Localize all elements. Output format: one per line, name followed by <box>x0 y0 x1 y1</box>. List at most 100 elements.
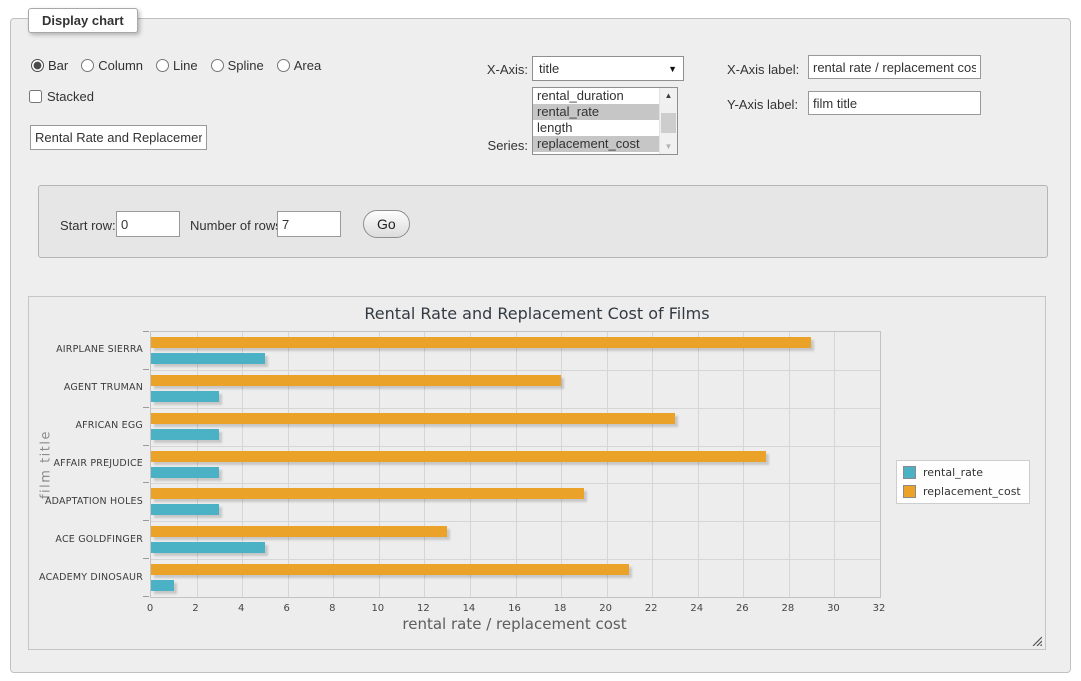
chart-type-label: Bar <box>48 58 68 73</box>
bar-replacement_cost <box>151 451 766 462</box>
x-tick-label: 24 <box>677 603 717 614</box>
gridline <box>197 332 198 597</box>
chart-container: Rental Rate and Replacement Cost of Film… <box>28 296 1046 650</box>
gridline <box>379 332 380 597</box>
x-tick-label: 6 <box>267 603 307 614</box>
gridline <box>151 446 880 447</box>
chart-type-radio-column[interactable] <box>81 59 94 72</box>
x-tick-label: 32 <box>859 603 899 614</box>
scroll-up-icon[interactable]: ▲ <box>660 88 677 103</box>
series-option-rental_duration[interactable]: rental_duration <box>533 88 677 104</box>
chart-title-input[interactable] <box>30 125 207 150</box>
bar-replacement_cost <box>151 488 584 499</box>
x-tick-label: 26 <box>722 603 762 614</box>
y-axis-tick <box>143 369 149 370</box>
series-listbox-items: rental_durationrental_ratelengthreplacem… <box>533 88 677 152</box>
stacked-label: Stacked <box>47 89 94 104</box>
bar-rental_rate <box>151 580 174 591</box>
bar-rental_rate <box>151 353 265 364</box>
chart-type-radio-bar[interactable] <box>31 59 44 72</box>
gridline <box>151 521 880 522</box>
chart-title: Rental Rate and Replacement Cost of Film… <box>29 304 1045 323</box>
gridline <box>151 559 880 560</box>
gridline <box>561 332 562 597</box>
stacked-checkbox[interactable] <box>29 90 42 103</box>
series-field-label: Series: <box>440 138 528 153</box>
chart-type-radio-spline[interactable] <box>211 59 224 72</box>
series-option-length[interactable]: length <box>533 120 677 136</box>
gridline <box>424 332 425 597</box>
y-axis-tick <box>143 596 149 597</box>
category-label: AGENT TRUMAN <box>37 382 143 393</box>
series-option-replacement_cost[interactable]: replacement_cost <box>533 136 677 152</box>
series-listbox[interactable]: rental_durationrental_ratelengthreplacem… <box>532 87 678 155</box>
x-tick-label: 12 <box>403 603 443 614</box>
bar-rental_rate <box>151 391 219 402</box>
bar-rental_rate <box>151 429 219 440</box>
y-axis-tick <box>143 558 149 559</box>
chart-type-label: Column <box>98 58 143 73</box>
chart-type-option-spline: Spline <box>211 58 264 73</box>
legend-swatch <box>903 466 916 479</box>
chart-type-radio-area[interactable] <box>277 59 290 72</box>
series-listbox-scrollbar[interactable]: ▲ ▼ <box>659 88 677 154</box>
y-axis-tick <box>143 520 149 521</box>
chart-type-radio-group: BarColumnLineSplineArea <box>31 58 321 73</box>
chart-legend: rental_rate replacement_cost <box>896 460 1030 504</box>
bar-rental_rate <box>151 467 219 478</box>
panel-legend: Display chart <box>28 8 138 33</box>
number-of-rows-input[interactable] <box>277 211 341 237</box>
x-axis-select[interactable]: title ▼ <box>532 56 684 81</box>
bar-replacement_cost <box>151 526 447 537</box>
gridline <box>834 332 835 597</box>
stacked-option: Stacked <box>29 89 94 104</box>
x-axis-title: rental rate / replacement cost <box>150 615 879 633</box>
bar-replacement_cost <box>151 337 811 348</box>
gridline <box>288 332 289 597</box>
y-axis-tick <box>143 482 149 483</box>
category-label: ACADEMY DINOSAUR <box>37 572 143 583</box>
x-tick-label: 8 <box>312 603 352 614</box>
bar-replacement_cost <box>151 564 629 575</box>
chart-type-radio-line[interactable] <box>156 59 169 72</box>
bar-rental_rate <box>151 542 265 553</box>
scrollbar-thumb[interactable] <box>661 113 676 133</box>
chart-type-option-bar: Bar <box>31 58 68 73</box>
category-label: AIRPLANE SIERRA <box>37 344 143 355</box>
y-axis-tick <box>143 407 149 408</box>
legend-entry-rental_rate: rental_rate <box>903 466 1021 479</box>
gridline <box>470 332 471 597</box>
x-tick-label: 0 <box>130 603 170 614</box>
category-label: ADAPTATION HOLES <box>37 496 143 507</box>
gridline <box>789 332 790 597</box>
chart-type-option-column: Column <box>81 58 143 73</box>
go-button[interactable]: Go <box>363 210 410 238</box>
legend-label: replacement_cost <box>923 485 1021 498</box>
legend-entry-replacement_cost: replacement_cost <box>903 485 1021 498</box>
y-axis-tick <box>143 331 149 332</box>
y-axis-label-caption: Y-Axis label: <box>727 97 798 112</box>
chevron-down-icon: ▼ <box>668 64 677 74</box>
x-tick-label: 4 <box>221 603 261 614</box>
gridline <box>652 332 653 597</box>
x-axis-label-input[interactable] <box>808 55 981 79</box>
series-option-rental_rate[interactable]: rental_rate <box>533 104 677 120</box>
gridline <box>607 332 608 597</box>
x-tick-label: 18 <box>540 603 580 614</box>
scroll-down-icon[interactable]: ▼ <box>660 139 677 154</box>
x-axis-selected-value: title <box>539 61 559 76</box>
bar-replacement_cost <box>151 413 675 424</box>
x-tick-label: 2 <box>176 603 216 614</box>
legend-label: rental_rate <box>923 466 983 479</box>
x-tick-label: 22 <box>631 603 671 614</box>
resize-handle-icon[interactable] <box>1031 635 1042 646</box>
y-axis-label-input[interactable] <box>808 91 981 115</box>
gridline <box>242 332 243 597</box>
y-axis-tick <box>143 445 149 446</box>
gridline <box>151 408 880 409</box>
number-of-rows-label: Number of rows: <box>190 218 285 233</box>
gridline <box>333 332 334 597</box>
start-row-label: Start row: <box>60 218 116 233</box>
start-row-input[interactable] <box>116 211 180 237</box>
x-tick-label: 16 <box>495 603 535 614</box>
